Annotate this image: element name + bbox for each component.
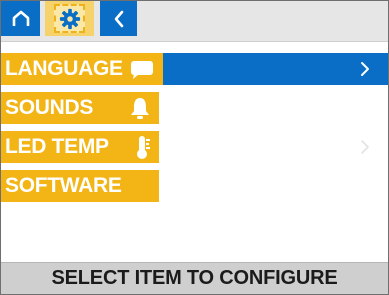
bell-icon: [125, 92, 155, 124]
menu-item-label-box: SOFTWARE: [1, 170, 159, 202]
thermometer-icon: [133, 131, 153, 163]
menu-item-software[interactable]: SOFTWARE: [1, 170, 388, 202]
menu-item-led-temp[interactable]: LED TEMP: [1, 131, 388, 163]
chevron-right-icon: [360, 131, 370, 163]
device-screen: LANGUAGE SOUNDS LED TEMP SOFTWARE SELECT…: [0, 0, 389, 295]
status-message: SELECT ITEM TO CONFIGURE: [51, 267, 338, 289]
top-toolbar: [1, 1, 388, 42]
menu-item-language[interactable]: LANGUAGE: [1, 53, 388, 85]
settings-icon-frame: [54, 4, 85, 33]
home-button[interactable]: [1, 1, 40, 36]
settings-menu: LANGUAGE SOUNDS LED TEMP SOFTWARE: [1, 53, 388, 209]
chevron-right-icon: [360, 53, 370, 85]
menu-item-label: LANGUAGE: [5, 57, 123, 80]
settings-button[interactable]: [45, 1, 94, 36]
home-icon: [12, 10, 29, 26]
menu-item-label: SOUNDS: [5, 96, 94, 119]
back-button[interactable]: [100, 1, 137, 36]
speech-bubble-icon: [125, 53, 159, 85]
gear-icon: [59, 8, 80, 29]
chevron-left-icon: [114, 10, 123, 27]
menu-item-label: SOFTWARE: [5, 174, 122, 197]
menu-item-sounds[interactable]: SOUNDS: [1, 92, 388, 124]
menu-item-label: LED TEMP: [5, 135, 109, 158]
status-bar: SELECT ITEM TO CONFIGURE: [1, 262, 388, 294]
